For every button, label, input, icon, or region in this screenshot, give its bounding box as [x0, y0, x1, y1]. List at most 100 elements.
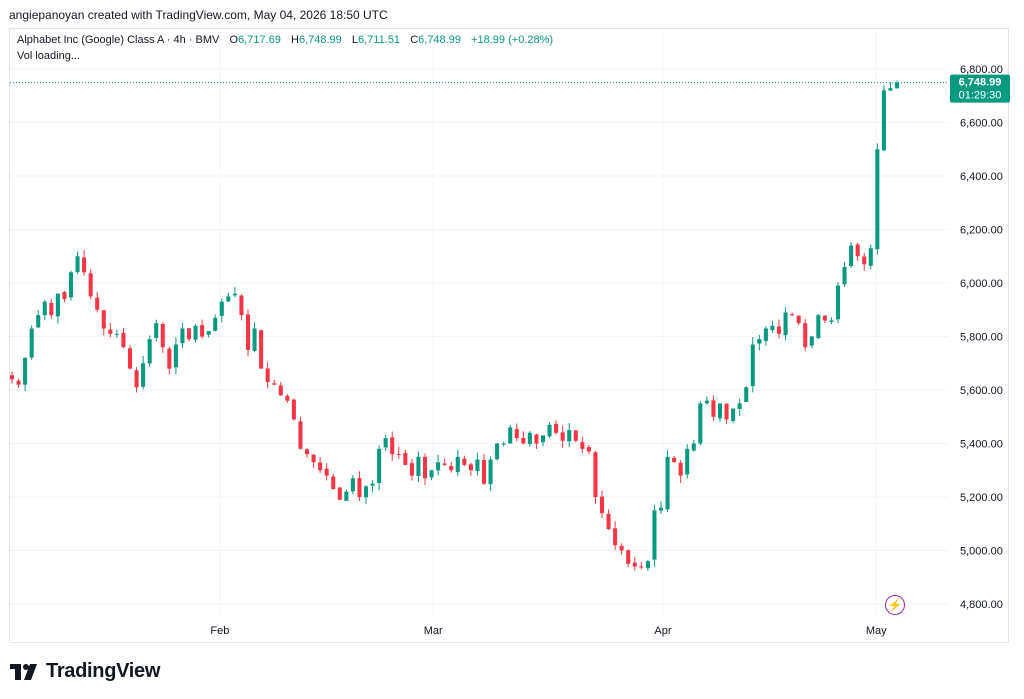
candle-body: [776, 326, 782, 334]
candle-body: [829, 320, 834, 322]
candle-body: [645, 561, 650, 569]
candle-body: [862, 256, 867, 265]
y-tick-label: 6,000.00: [960, 278, 1003, 290]
candle-body: [324, 468, 329, 476]
candle-body: [639, 566, 644, 568]
candle-body: [547, 424, 552, 437]
candle-body: [285, 395, 290, 401]
candle-body: [724, 403, 729, 420]
candle-body: [9, 375, 15, 380]
candle-body: [272, 383, 277, 385]
price-chart[interactable]: 4,800.00 5,000.00 5,200.00 5,400.00 5,600.00…: [0, 0, 1024, 699]
candle-body: [226, 296, 231, 302]
candle-body: [363, 486, 369, 498]
candle-body: [147, 339, 152, 364]
candle-body: [16, 380, 21, 385]
candle-body: [429, 470, 434, 478]
candle-body: [770, 325, 775, 331]
candle-body: [311, 454, 316, 463]
x-tick-label: Apr: [654, 625, 671, 637]
candle-body: [108, 329, 113, 334]
candle-body: [278, 385, 283, 396]
candle-body: [396, 454, 401, 456]
candle-body: [658, 507, 664, 511]
candle-body: [868, 248, 873, 266]
candle-body: [245, 314, 251, 350]
time-axis: Feb Mar Apr May: [210, 625, 887, 637]
candle-body: [82, 257, 87, 273]
candle-body: [337, 487, 342, 500]
candle-body: [259, 330, 264, 369]
candle-body: [173, 344, 178, 368]
close-label: C: [410, 34, 419, 46]
candle-body: [239, 295, 244, 316]
chart-grid: [10, 30, 948, 615]
y-tick-label: 6,400.00: [960, 171, 1003, 183]
candle-body: [383, 438, 388, 448]
candle-body: [42, 301, 47, 316]
candle-body: [527, 432, 532, 444]
candle-body: [888, 87, 893, 91]
candle-body: [580, 442, 585, 449]
candle-body: [678, 462, 683, 476]
volume-status: Vol loading...: [17, 50, 80, 62]
candle-body: [55, 293, 60, 317]
candle-body: [370, 483, 375, 486]
candle-body: [154, 323, 159, 338]
last-price-value: 6,748.99: [959, 77, 1002, 89]
candle-body: [822, 315, 827, 321]
candle-body: [842, 266, 847, 285]
lightning-event-icon[interactable]: ⚡: [885, 595, 905, 615]
candle-body: [23, 357, 28, 385]
candle-body: [36, 315, 41, 328]
candle-body: [167, 348, 172, 369]
candle-body: [560, 432, 565, 441]
candle-body: [790, 314, 795, 316]
candle-body: [265, 368, 270, 382]
candle-body: [691, 443, 696, 451]
candle-body: [521, 437, 526, 444]
high-label: H: [291, 34, 299, 46]
candle-body: [619, 545, 624, 551]
candle-body: [855, 244, 860, 257]
y-tick-label: 6,200.00: [960, 225, 1003, 237]
candle-body: [763, 328, 768, 341]
candle-body: [121, 332, 126, 348]
candle-body: [750, 344, 755, 387]
candle-body: [344, 491, 349, 501]
candle-body: [632, 562, 637, 567]
candle-body: [665, 456, 670, 510]
y-tick-label: 5,000.00: [960, 546, 1003, 558]
candle-body: [232, 293, 237, 296]
tradingview-wordmark: TradingView: [46, 660, 161, 682]
high-value: 6,748.99: [298, 34, 342, 46]
candle-body: [606, 513, 611, 530]
candle-body: [377, 448, 382, 483]
candle-body: [554, 423, 559, 433]
x-tick-label: Feb: [210, 625, 229, 637]
candle-body: [436, 462, 441, 471]
candle-body: [213, 317, 218, 331]
candle-body: [62, 291, 67, 300]
candle-body: [757, 339, 762, 344]
candle-body: [403, 452, 408, 465]
y-tick-label: 5,600.00: [960, 385, 1003, 397]
candle-body: [49, 303, 54, 316]
candle-body: [88, 273, 93, 297]
candle-body: [449, 466, 454, 471]
candle-body: [95, 297, 100, 310]
candle-body: [744, 387, 749, 402]
candle-body: [783, 312, 788, 336]
candle-body: [298, 421, 303, 449]
candle-body: [331, 476, 336, 489]
candle-body: [442, 463, 447, 465]
candle-body: [835, 285, 841, 320]
candle-body: [468, 464, 473, 471]
candle-body: [141, 363, 146, 387]
candle-body: [704, 400, 709, 404]
candle-body: [475, 459, 480, 471]
candle-body: [534, 434, 539, 444]
candle-body: [495, 443, 500, 460]
candle-body: [68, 272, 74, 298]
candle-body: [796, 315, 801, 324]
